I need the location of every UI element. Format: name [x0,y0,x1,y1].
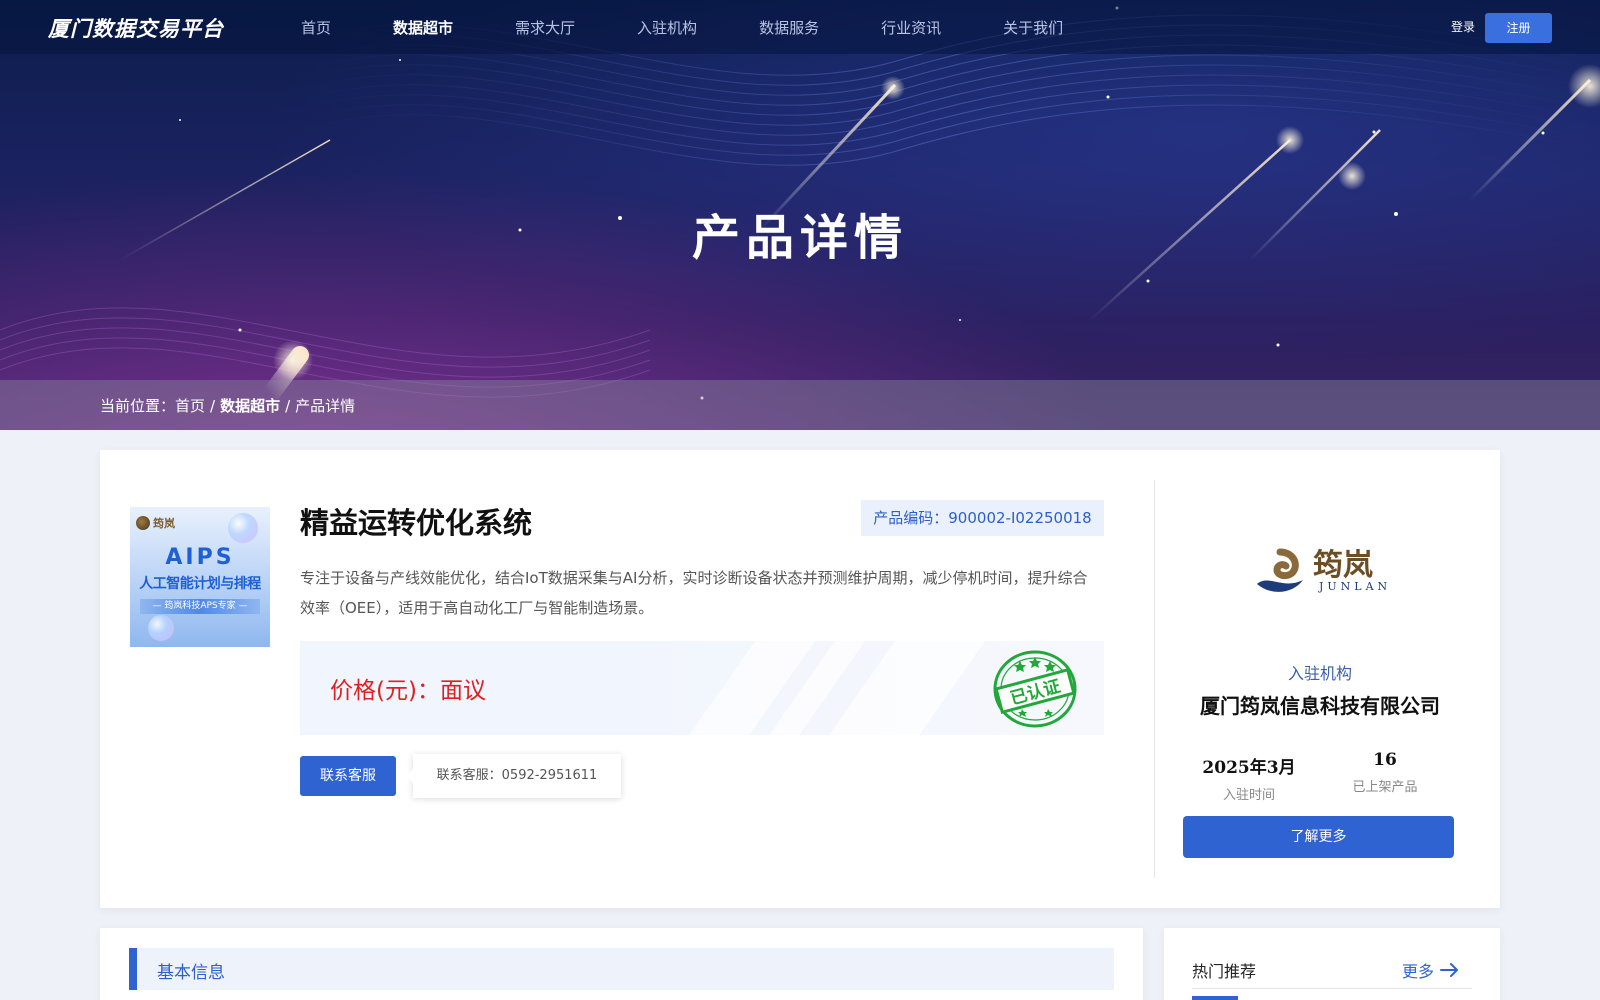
stat-listed-products-value: 16 [1373,750,1397,770]
main-nav: 首页 数据超市 需求大厅 入驻机构 数据服务 行业资讯 关于我们 [270,0,1094,54]
breadcrumb-separator: / [210,397,216,415]
site-logo[interactable]: 厦门数据交易平台 [48,13,224,43]
contact-phone-tooltip: 联系客服：0592-2951611 [406,754,621,798]
basic-info-title: 基本信息 [157,963,225,983]
login-link[interactable]: 登录 [1451,18,1475,35]
breadcrumb: 当前位置：首页 / 数据超市 / 产品详情 [100,395,355,416]
product-thumbnail-headline: AIPS [165,545,235,570]
stat-join-date-label: 入驻时间 [1222,788,1275,803]
register-button[interactable]: 注册 [1485,13,1552,43]
vertical-divider [1154,480,1155,878]
company-logo-en: JUNLAN [1319,580,1392,593]
brand-mark-icon [136,516,150,530]
stat-listed-products: 16 已上架产品 [1315,750,1455,795]
breadcrumb-data-market[interactable]: 数据超市 [220,397,280,415]
learn-more-button[interactable]: 了解更多 [1183,816,1454,858]
arrow-right-icon [1440,963,1459,977]
company-logo[interactable]: 筠岚 JUNLAN [1253,538,1403,608]
page-title: 产品详情 [691,210,908,266]
company-name[interactable]: 厦门筠岚信息科技有限公司 [1160,690,1480,719]
breadcrumb-bar: 当前位置：首页 / 数据超市 / 产品详情 [0,380,1600,430]
certified-stamp-icon: 已认证 [993,650,1077,728]
company-logo-cn: 筠岚 [1313,548,1373,583]
product-thumbnail-brand-text: 筠岚 [153,517,175,530]
product-thumbnail: 筠岚 AIPS 人工智能计划与排程 — 筠岚科技APS专家 — [130,507,270,647]
product-code-badge: 产品编码：900002-I02250018 [861,500,1104,536]
nav-demand-hall[interactable]: 需求大厅 [515,17,575,38]
top-navbar: 厦门数据交易平台 首页 数据超市 需求大厅 入驻机构 数据服务 行业资讯 关于我… [0,0,1600,54]
breadcrumb-prefix: 当前位置： [100,397,176,415]
section-accent-bar [129,948,137,990]
stat-listed-products-label: 已上架产品 [1352,780,1418,795]
bubble-decoration-icon [148,615,174,641]
breadcrumb-current: 产品详情 [295,397,356,415]
bubble-decoration-icon [228,513,258,543]
product-title: 精益运转优化系统 [300,506,533,540]
company-kind-label: 入驻机构 [1287,664,1352,683]
nav-industry-news[interactable]: 行业资讯 [881,17,941,38]
breadcrumb-separator: / [285,397,291,415]
product-description: 专注于设备与产线效能优化，结合IoT数据采集与AI分析，实时诊断设备状态并预测维… [300,569,1088,617]
hot-divider [1192,988,1472,989]
price-text: 价格(元)：面议 [330,678,486,704]
product-thumbnail-subtitle: 人工智能计划与排程 [139,576,261,592]
more-link-label: 更多 [1402,962,1435,981]
stat-join-date: 2025年3月 入驻时间 [1179,753,1319,803]
basic-info-card: 基本信息 [100,928,1143,1000]
basic-info-header: 基本信息 [129,948,1114,990]
product-detail-card: 筠岚 AIPS 人工智能计划与排程 — 筠岚科技APS专家 — 精益运转优化系统… [100,450,1500,908]
nav-data-market[interactable]: 数据超市 [393,17,453,38]
hot-active-tab-indicator [1192,996,1238,1000]
nav-about-us[interactable]: 关于我们 [1003,17,1063,38]
hero-banner: 厦门数据交易平台 首页 数据超市 需求大厅 入驻机构 数据服务 行业资讯 关于我… [0,0,1600,430]
nav-home[interactable]: 首页 [301,17,331,38]
junlan-swirl-icon [1257,548,1303,592]
price-panel: 价格(元)：面议 已认证 [300,641,1104,735]
hot-recommendations-card: 热门推荐 更多 [1164,928,1500,1000]
more-link[interactable]: 更多 [1402,958,1460,982]
product-thumbnail-brand: 筠岚 [136,515,175,531]
product-thumbnail-tag: — 筠岚科技APS专家 — [140,599,260,614]
hot-recommendations-title: 热门推荐 [1192,962,1257,981]
nav-institutions[interactable]: 入驻机构 [637,17,697,38]
contact-service-button[interactable]: 联系客服 [300,756,396,796]
breadcrumb-home[interactable]: 首页 [175,397,205,415]
stat-join-date-value: 2025年3月 [1202,758,1296,778]
nav-data-services[interactable]: 数据服务 [759,17,819,38]
